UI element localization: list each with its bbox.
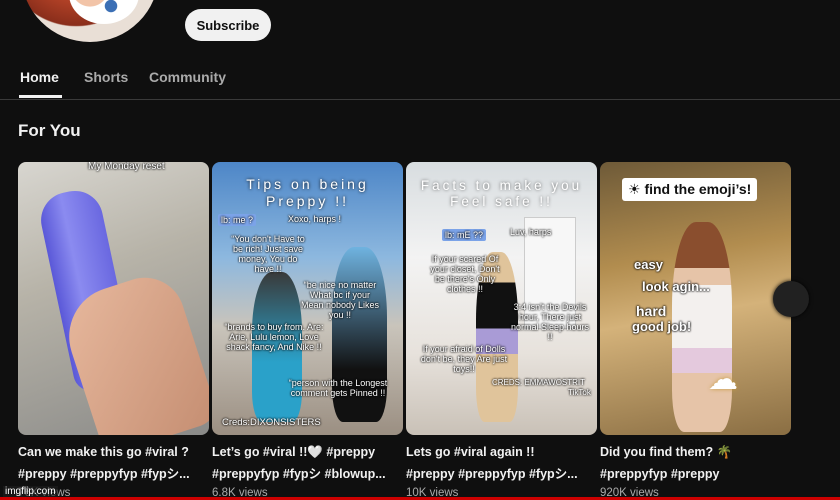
thumbnail-headline: Facts to make you Feel safe !! — [420, 178, 583, 209]
thumbnail-text: look agin... — [642, 279, 710, 294]
active-tab-indicator — [19, 95, 62, 98]
cloud-icon: ☁ — [708, 363, 738, 396]
video-hashtags[interactable]: #preppy #preppyfyp #fypシ... — [18, 465, 209, 483]
watermark: imgflip.com — [3, 486, 58, 497]
thumbnail-text: good job! — [632, 319, 692, 334]
thumbnail-tag: lb: mE ?? — [442, 229, 487, 241]
tab-community[interactable]: Community — [149, 69, 226, 85]
subscribe-button[interactable]: Subscribe — [185, 9, 271, 41]
thumbnail-text: If your scared Of your closet, Don't be … — [430, 254, 500, 294]
tab-home[interactable]: Home — [20, 69, 59, 85]
next-arrow-button[interactable] — [773, 281, 809, 317]
video-hashtags[interactable]: #preppyfyp #preppy — [600, 465, 791, 483]
video-thumbnail[interactable]: My Monday reset — [18, 162, 209, 435]
thumbnail-headline-text: find the emoji’s! — [644, 181, 752, 197]
video-title[interactable]: Can we make this go #viral ? — [18, 443, 209, 461]
video-card[interactable]: ☀ find the emoji’s! easy look agin... ha… — [600, 162, 791, 499]
video-title[interactable]: Did you find them? 🌴 — [600, 443, 791, 461]
thumbnail-tag: Xoxo, harps ! — [288, 214, 342, 224]
channel-avatar[interactable] — [21, 0, 159, 42]
tab-shorts[interactable]: Shorts — [84, 69, 128, 85]
channel-tabs: Home Shorts Community — [0, 58, 840, 100]
video-title[interactable]: Lets go #viral again !! — [406, 443, 597, 461]
video-thumbnail[interactable]: Facts to make you Feel safe !! lb: mE ??… — [406, 162, 597, 435]
tiktok-logo: TikTok — [568, 388, 591, 397]
video-title[interactable]: Let’s go #viral !!🤍 #preppy — [212, 443, 403, 461]
thumbnail-text: If your afraid of Dolls don't be, they A… — [420, 344, 508, 374]
thumbnail-credit: Creds:DIXONSISTERS — [222, 417, 321, 428]
thumbnail-text: easy — [634, 257, 663, 272]
section-title: For You — [18, 121, 81, 140]
video-thumbnail[interactable]: Tips on being Preppy !! lb: me ? Xoxo, h… — [212, 162, 403, 435]
thumbnail-headline: ☀ find the emoji’s! — [622, 178, 758, 201]
thumbnail-text: “You don't Have to be rich! Just save mo… — [231, 234, 305, 274]
thumbnail-tag: Luv, harps — [510, 227, 552, 237]
thumbnail-credit: CREDS: EMMAWOSTRIT — [492, 378, 586, 387]
video-hashtags[interactable]: #preppy #preppyfyp #fypシ... — [406, 465, 597, 483]
thumbnail-caption: My Monday reset — [88, 162, 165, 172]
thumbnail-text: hard — [636, 303, 667, 319]
video-card[interactable]: My Monday reset Can we make this go #vir… — [18, 162, 209, 499]
thumbnail-tag: lb: me ? — [218, 214, 257, 226]
video-card[interactable]: Tips on being Preppy !! lb: me ? Xoxo, h… — [212, 162, 403, 499]
thumbnail-text: “brands to buy from. Are: Arie, Lulu lem… — [224, 322, 324, 352]
video-card[interactable]: Facts to make you Feel safe !! lb: mE ??… — [406, 162, 597, 499]
thumbnail-text: “person with the Longest comment gets Pi… — [288, 378, 388, 398]
video-thumbnail[interactable]: ☀ find the emoji’s! easy look agin... ha… — [600, 162, 791, 435]
thumbnail-text: 3:4 isn't the Devils hour, There just no… — [510, 302, 590, 342]
sun-icon: ☀ — [628, 181, 641, 197]
thumbnail-text: “be nice no matter What bc if your Mean … — [300, 280, 380, 320]
thumbnail-headline: Tips on being Preppy !! — [246, 176, 369, 209]
video-hashtags[interactable]: #preppyfyp #fypシ #blowup... — [212, 465, 403, 483]
